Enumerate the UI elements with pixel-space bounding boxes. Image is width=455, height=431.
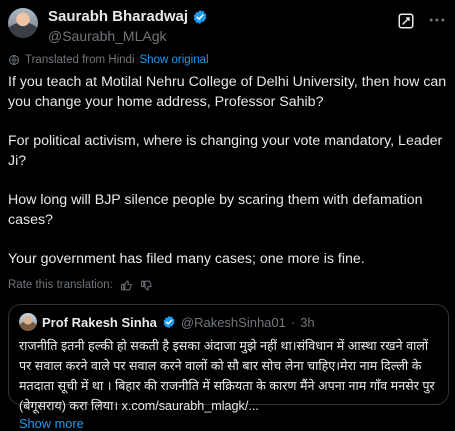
quoted-author-name: Prof Rakesh Sinha [42, 314, 157, 330]
tweet-paragraph: For political activism, where is changin… [8, 133, 447, 169]
tweet-header: Saurabh Bharadwaj @Saurabh_MLAgk [8, 0, 449, 46]
tweet-paragraph: How long will BJP silence people by scar… [8, 192, 427, 228]
grok-icon[interactable] [397, 12, 415, 30]
tweet-paragraph: Your government has filed many cases; on… [8, 251, 365, 267]
time-separator: · [290, 314, 296, 330]
show-original-link[interactable]: Show original [140, 54, 209, 66]
author-display-name[interactable]: Saurabh Bharadwaj [48, 8, 188, 25]
show-more-link[interactable]: Show more [19, 416, 438, 431]
quoted-author-handle: @RakeshSinha01 [180, 314, 286, 330]
tweet-paragraph: If you teach at Motilal Nehru College of… [8, 74, 451, 110]
rate-translation-label: Rate this translation: [8, 279, 113, 291]
thumbs-down-icon[interactable] [140, 279, 153, 292]
verified-badge-icon [193, 9, 207, 24]
quoted-author-avatar [19, 313, 37, 331]
tweet-container: Saurabh Bharadwaj @Saurabh_MLAgk Transla… [8, 0, 449, 431]
tweet-text: If you teach at Motilal Nehru College of… [8, 72, 449, 269]
quoted-tweet-time: 3h [300, 314, 315, 330]
translation-note-row: Translated from Hindi Show original [8, 52, 449, 68]
author-info: Saurabh Bharadwaj @Saurabh_MLAgk [48, 8, 208, 44]
author-avatar[interactable] [8, 8, 38, 38]
quoted-tweet-header: Prof Rakesh Sinha @RakeshSinha01 · 3h [19, 313, 438, 331]
quoted-tweet[interactable]: Prof Rakesh Sinha @RakeshSinha01 · 3h रा… [8, 304, 449, 431]
more-options-icon[interactable] [427, 10, 447, 30]
thumbs-up-icon[interactable] [120, 279, 133, 292]
author-handle[interactable]: @Saurabh_MLAgk [48, 28, 208, 44]
rate-translation-row: Rate this translation: [8, 277, 449, 293]
globe-icon [9, 55, 19, 65]
verified-badge-icon [163, 315, 175, 329]
quoted-tweet-text: राजनीति इतनी हल्की हो सकती है इसका अंदाज… [19, 339, 435, 413]
translation-note: Translated from Hindi [25, 54, 135, 66]
